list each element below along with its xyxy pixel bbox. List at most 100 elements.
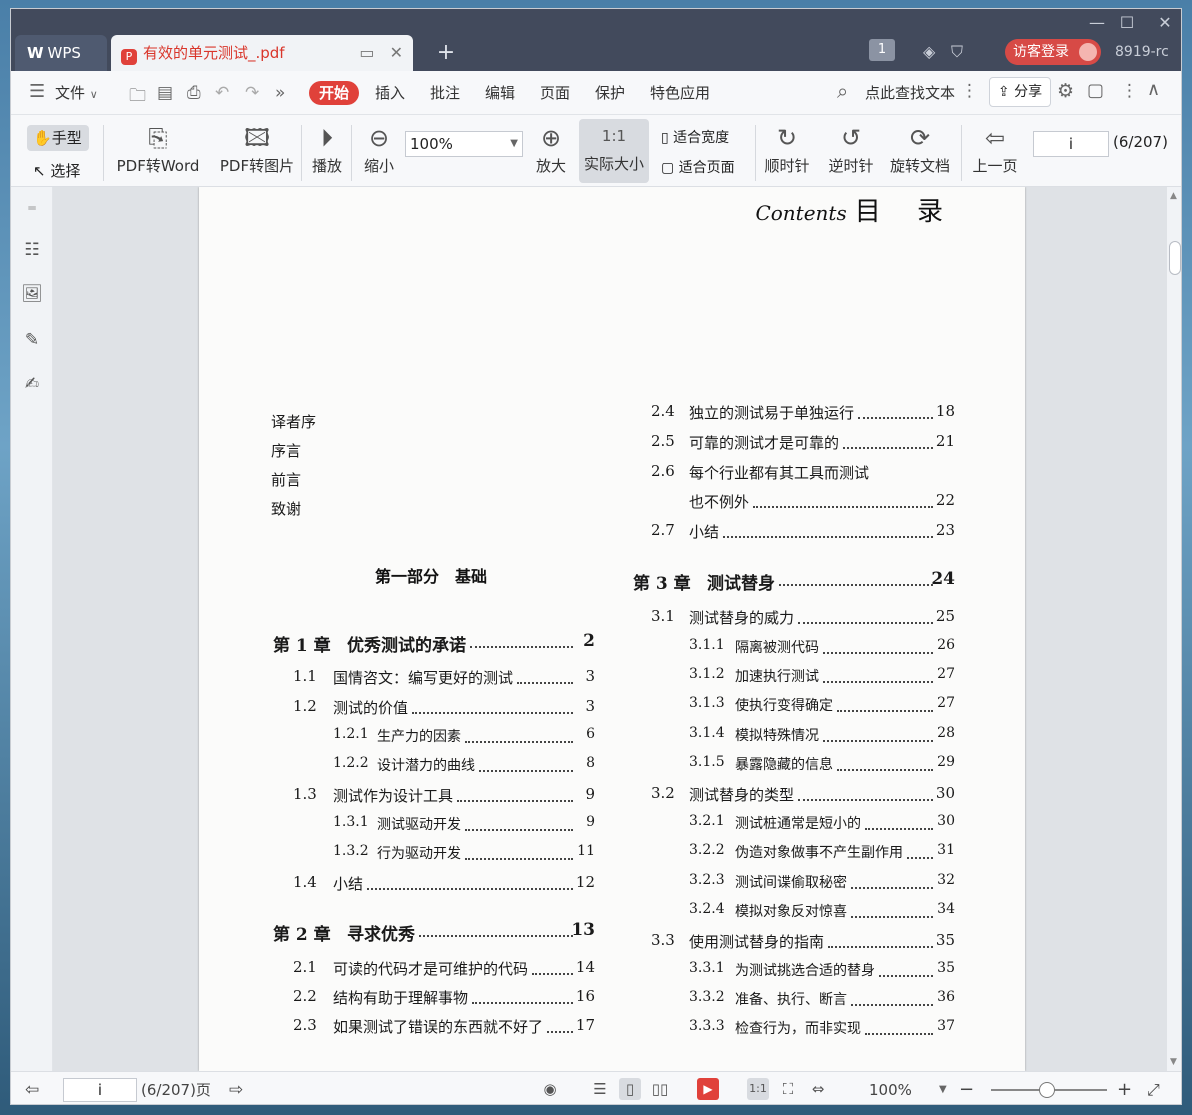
toc-entry[interactable]: 3.1.4 模拟特殊情况 28 [633,725,955,747]
tab-featured-apps[interactable]: 特色应用 [650,81,710,105]
toc-entry[interactable]: 1.3.1 测试驱动开发 9 [273,814,595,836]
fit-page-button[interactable]: ▢ 适合页面 [661,157,735,179]
toc-entry[interactable]: 3.1.3 使执行变得确定 27 [633,695,955,717]
status-page-input[interactable]: i [63,1078,137,1102]
tab-start[interactable]: 开始 [309,81,360,105]
toc-entry[interactable]: 1.2.1 生产力的因素 6 [273,726,595,748]
toc-entry[interactable]: 3.2 测试替身的类型 30 [633,784,955,806]
previous-page-button[interactable]: ⇦ 上一页 [969,121,1021,177]
toc-entry[interactable]: 2.7 小结 23 [633,521,955,543]
pdf-to-image-button[interactable]: 🖾 PDF转图片 [215,121,299,177]
zoom-out-button[interactable]: ⊖ 缩小 [359,121,399,177]
tab-wps-home[interactable]: W WPS [15,35,107,71]
toc-entry[interactable]: 3.3.2 准备、执行、断言 36 [633,989,955,1011]
rotate-clockwise-button[interactable]: ↻ 顺时针 [761,121,813,177]
zoom-plus-icon[interactable]: + [1117,1079,1132,1101]
save-icon[interactable]: ▤ [157,83,173,103]
toc-entry[interactable]: 2.2 结构有助于理解事物 16 [273,987,595,1009]
zoom-select[interactable]: 100% ▼ [405,131,523,157]
toc-entry[interactable]: 3.2.3 测试间谍偷取秘密 32 [633,872,955,894]
scroll-down-icon[interactable]: ▼ [1170,1057,1177,1067]
maximize-icon[interactable]: ☐ [1107,11,1147,35]
tab-pin-icon[interactable]: ▭ [359,43,374,62]
scroll-up-icon[interactable]: ▲ [1170,191,1177,201]
status-zoom-value[interactable]: 100% [869,1079,912,1101]
toc-entry[interactable]: 3.1.5 暴露隐藏的信息 29 [633,754,955,776]
undo-icon[interactable]: ↶ [215,83,229,103]
toc-entry[interactable]: 3.3.1 为测试挑选合适的替身 35 [633,960,955,982]
sidebar-handle-icon[interactable]: ═ [21,197,43,219]
two-page-view-icon[interactable]: ▯▯ [649,1078,671,1100]
toc-entry[interactable]: 2.4 独立的测试易于单独运行 18 [633,402,955,424]
toc-entry[interactable]: 3.2.2 伪造对象做事不产生副作用 31 [633,842,955,864]
more-chevron-icon[interactable]: » [275,83,285,103]
toc-entry[interactable]: 1.1 国情咨文：编写更好的测试 3 [273,667,595,689]
fit-width-button[interactable]: ▯ 适合宽度 [661,127,729,149]
share-button[interactable]: ⇪ 分享 [989,77,1051,107]
actual-size-button[interactable]: 1:1 实际大小 [579,119,649,183]
fit-width-status-icon[interactable]: ⇔ [807,1078,829,1100]
zoom-slider[interactable] [991,1082,1107,1098]
collapse-ribbon-icon[interactable]: ∧ [1147,79,1160,100]
hamburger-menu-icon[interactable]: ☰ [29,81,45,102]
continuous-view-icon[interactable]: ☰ [589,1078,611,1100]
toc-entry[interactable]: 2.6 每个行业都有其工具而测试 [633,462,955,484]
file-menu[interactable]: 文件 ∨ [55,81,98,105]
search-icon[interactable]: ⌕ [837,79,848,103]
fullscreen-icon[interactable]: ⤢ [1147,1079,1160,1101]
shirt-icon[interactable]: ⛉ [951,39,963,65]
tab-page[interactable]: 页面 [540,81,570,105]
toc-entry[interactable]: 2.3 如果测试了错误的东西就不好了 17 [273,1016,595,1038]
toc-entry[interactable]: 3.1.1 隔离被测代码 26 [633,637,955,659]
guest-login-button[interactable]: 访客登录 [1005,39,1101,65]
fit-page-status-icon[interactable]: ⛶ [777,1078,799,1100]
toc-entry[interactable]: 3.3 使用测试替身的指南 35 [633,931,955,953]
toc-entry[interactable]: 2.1 可读的代码才是可维护的代码 14 [273,958,595,980]
pdf-to-word-button[interactable]: ⎘ PDF转Word [115,121,201,177]
zoom-minus-icon[interactable]: − [959,1079,974,1101]
toc-entry[interactable]: 1.3 测试作为设计工具 9 [273,785,595,807]
new-tab-icon[interactable]: + [431,35,461,71]
comment-icon[interactable]: ▢ [1087,80,1104,101]
zoom-dropdown-icon[interactable]: ▼ [939,1079,947,1101]
hand-tool-button[interactable]: ✋手型 [27,125,89,151]
more-vertical-icon[interactable]: ⋮ [961,81,978,101]
find-text-button[interactable]: 点此查找文本 [865,81,955,105]
tab-edit[interactable]: 编辑 [485,81,515,105]
tab-annotate[interactable]: 批注 [430,81,460,105]
single-page-view-icon[interactable]: ▯ [619,1078,641,1100]
gear-icon[interactable]: ⚙ [1057,80,1074,102]
toc-entry[interactable]: 1.2 测试的价值 3 [273,697,595,719]
tab-document[interactable]: P 有效的单元测试_.pdf ▭ ✕ [111,35,413,71]
actual-size-status-icon[interactable]: 1:1 [747,1078,769,1100]
toc-entry[interactable]: 1.3.2 行为驱动开发 11 [273,843,595,865]
print-icon[interactable]: ⎙ [187,83,201,103]
more-options-icon[interactable]: ⋮ [1121,81,1138,101]
vertical-scrollbar[interactable]: ▲ ▼ [1167,187,1181,1071]
toc-entry[interactable]: 1.2.2 设计潜力的曲线 8 [273,755,595,777]
play-button[interactable]: ⏵ 播放 [307,121,347,177]
toc-entry[interactable]: 也不例外 22 [633,491,955,513]
toc-entry[interactable]: 3.2.1 测试桩通常是短小的 30 [633,813,955,835]
open-folder-icon[interactable]: 🗀 [129,83,146,112]
toc-entry[interactable]: 2.5 可靠的测试才是可靠的 21 [633,432,955,454]
rotate-counterclockwise-button[interactable]: ↺ 逆时针 [825,121,877,177]
toc-entry[interactable]: 3.1.2 加速执行测试 27 [633,666,955,688]
eye-protection-icon[interactable]: ◉ [539,1078,561,1100]
zoom-slider-knob[interactable] [1039,1082,1055,1098]
toc-entry[interactable]: 1.4 小结 12 [273,873,595,895]
signature-icon[interactable]: ✍ [21,373,43,395]
scroll-thumb[interactable] [1169,241,1181,275]
select-tool-button[interactable]: ↖ 选择 [33,161,80,181]
annotation-pen-icon[interactable]: ✎ [21,329,43,351]
document-viewport[interactable]: Contents 目 录 译者序 序言 前言 致谢 第一部分 基础 第 1 章优秀测试的… [53,187,1167,1071]
thumbnail-icon[interactable]: 🖼 [21,283,43,305]
rotate-document-button[interactable]: ⟳ 旋转文档 [887,121,953,177]
toc-entry[interactable]: 3.1 测试替身的威力 25 [633,607,955,629]
toc-chapter[interactable]: 第 2 章寻求优秀 13 [273,920,595,945]
outline-icon[interactable]: ☷ [21,239,43,261]
toc-entry[interactable]: 3.3.3 检查行为，而非实现 37 [633,1018,955,1040]
redo-icon[interactable]: ↷ [245,83,259,103]
close-icon[interactable]: ✕ [1145,11,1181,35]
skin-icon[interactable]: ◈ [923,39,935,65]
